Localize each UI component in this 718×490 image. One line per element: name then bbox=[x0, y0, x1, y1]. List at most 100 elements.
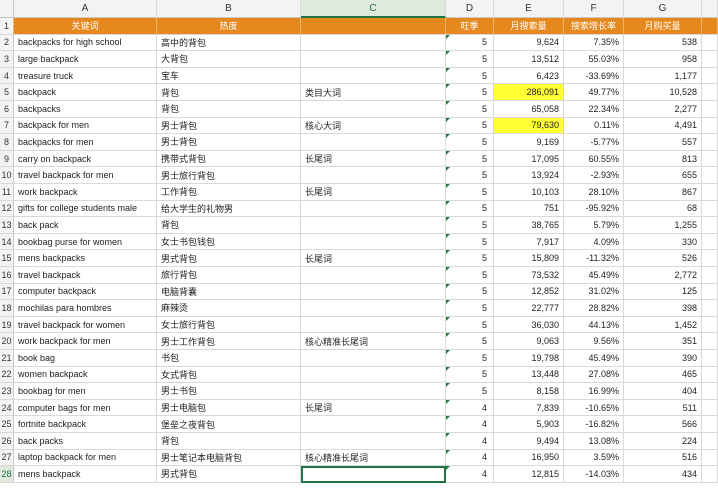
monthly-purchase-cell[interactable]: 1,255 bbox=[624, 217, 702, 234]
header-monthly-search[interactable]: 月搜索量 bbox=[494, 18, 564, 35]
row-number[interactable]: 4 bbox=[0, 67, 14, 85]
column-h-cell[interactable] bbox=[702, 34, 718, 52]
keyword-cell[interactable]: gifts for college students male bbox=[14, 200, 157, 218]
monthly-purchase-cell[interactable]: 10,528 bbox=[624, 84, 702, 101]
tag-cell[interactable] bbox=[301, 51, 446, 68]
search-growth-cell[interactable]: 5.79% bbox=[564, 217, 624, 234]
column-h-cell[interactable] bbox=[702, 433, 718, 450]
tag-cell[interactable]: 核心精准长尾词 bbox=[301, 333, 446, 350]
popularity-cell[interactable]: 男式背包 bbox=[157, 250, 301, 267]
row-number[interactable]: 3 bbox=[0, 51, 14, 68]
search-growth-cell[interactable]: 45.49% bbox=[564, 267, 624, 284]
popularity-cell[interactable]: 男士书包 bbox=[157, 383, 301, 400]
keyword-cell[interactable]: backpacks bbox=[14, 101, 157, 118]
monthly-search-cell[interactable]: 13,924 bbox=[494, 167, 564, 184]
column-h-cell[interactable] bbox=[702, 84, 718, 101]
row-number[interactable]: 17 bbox=[0, 283, 14, 301]
keyword-cell[interactable]: mochilas para hombres bbox=[14, 300, 157, 317]
tag-cell[interactable] bbox=[301, 466, 446, 483]
monthly-search-cell[interactable]: 36,030 bbox=[494, 316, 564, 334]
row-number[interactable]: 13 bbox=[0, 217, 14, 234]
row-number[interactable]: 12 bbox=[0, 200, 14, 218]
row-number[interactable]: 7 bbox=[0, 117, 14, 135]
tag-cell[interactable] bbox=[301, 283, 446, 301]
row-number[interactable]: 16 bbox=[0, 267, 14, 284]
row-number[interactable]: 1 bbox=[0, 18, 14, 35]
monthly-purchase-cell[interactable]: 224 bbox=[624, 433, 702, 450]
search-growth-cell[interactable]: -11.32% bbox=[564, 250, 624, 267]
keyword-cell[interactable]: travel backpack for women bbox=[14, 316, 157, 334]
column-h-cell[interactable] bbox=[702, 217, 718, 234]
search-growth-cell[interactable]: -10.65% bbox=[564, 399, 624, 417]
keyword-cell[interactable]: backpacks for men bbox=[14, 134, 157, 151]
monthly-search-cell[interactable]: 12,852 bbox=[494, 283, 564, 301]
monthly-search-cell[interactable]: 9,169 bbox=[494, 134, 564, 151]
search-growth-cell[interactable]: 44.13% bbox=[564, 316, 624, 334]
column-h-cell[interactable] bbox=[702, 267, 718, 284]
monthly-search-cell[interactable]: 17,095 bbox=[494, 150, 564, 168]
keyword-cell[interactable]: large backpack bbox=[14, 51, 157, 68]
popularity-cell[interactable]: 男士旅行背包 bbox=[157, 167, 301, 184]
peak-season-cell[interactable]: 4 bbox=[446, 466, 494, 483]
search-growth-cell[interactable]: 31.02% bbox=[564, 283, 624, 301]
keyword-cell[interactable]: mens backpacks bbox=[14, 250, 157, 267]
popularity-cell[interactable]: 携带式背包 bbox=[157, 150, 301, 168]
monthly-purchase-cell[interactable]: 813 bbox=[624, 150, 702, 168]
monthly-purchase-cell[interactable]: 68 bbox=[624, 200, 702, 218]
row-number[interactable]: 27 bbox=[0, 449, 14, 467]
monthly-purchase-cell[interactable]: 4,491 bbox=[624, 117, 702, 135]
row-number[interactable]: 9 bbox=[0, 150, 14, 168]
peak-season-cell[interactable]: 5 bbox=[446, 383, 494, 400]
tag-cell[interactable]: 长尾词 bbox=[301, 250, 446, 267]
tag-cell[interactable] bbox=[301, 217, 446, 234]
keyword-cell[interactable]: mens backpack bbox=[14, 466, 157, 483]
monthly-purchase-cell[interactable]: 2,772 bbox=[624, 267, 702, 284]
search-growth-cell[interactable]: -33.69% bbox=[564, 67, 624, 85]
peak-season-cell[interactable]: 5 bbox=[446, 200, 494, 218]
column-h-cell[interactable] bbox=[702, 67, 718, 85]
monthly-purchase-cell[interactable]: 125 bbox=[624, 283, 702, 301]
popularity-cell[interactable]: 背包 bbox=[157, 433, 301, 450]
monthly-purchase-cell[interactable]: 526 bbox=[624, 250, 702, 267]
header-monthly-purchase[interactable]: 月购买量 bbox=[624, 18, 702, 35]
tag-cell[interactable] bbox=[301, 167, 446, 184]
monthly-purchase-cell[interactable]: 538 bbox=[624, 34, 702, 52]
search-growth-cell[interactable]: 4.09% bbox=[564, 233, 624, 251]
peak-season-cell[interactable]: 5 bbox=[446, 84, 494, 101]
column-h-cell[interactable] bbox=[702, 333, 718, 350]
column-h-cell[interactable] bbox=[702, 399, 718, 417]
column-header-b[interactable]: B bbox=[157, 0, 301, 18]
column-h-cell[interactable] bbox=[702, 233, 718, 251]
tag-cell[interactable] bbox=[301, 316, 446, 334]
row-number[interactable]: 6 bbox=[0, 101, 14, 118]
keyword-cell[interactable]: fortnite backpack bbox=[14, 416, 157, 433]
monthly-purchase-cell[interactable]: 351 bbox=[624, 333, 702, 350]
monthly-search-cell[interactable]: 79,630 bbox=[494, 117, 564, 135]
column-h-cell[interactable] bbox=[702, 150, 718, 168]
peak-season-cell[interactable]: 5 bbox=[446, 267, 494, 284]
search-growth-cell[interactable]: -16.82% bbox=[564, 416, 624, 433]
column-h-cell[interactable] bbox=[702, 200, 718, 218]
search-growth-cell[interactable]: 7.35% bbox=[564, 34, 624, 52]
column-h-cell[interactable] bbox=[702, 134, 718, 151]
column-h-cell[interactable] bbox=[702, 350, 718, 367]
tag-cell[interactable]: 长尾词 bbox=[301, 399, 446, 417]
popularity-cell[interactable]: 背包 bbox=[157, 84, 301, 101]
search-growth-cell[interactable]: 60.55% bbox=[564, 150, 624, 168]
tag-cell[interactable] bbox=[301, 416, 446, 433]
popularity-cell[interactable]: 女式背包 bbox=[157, 366, 301, 384]
peak-season-cell[interactable]: 5 bbox=[446, 217, 494, 234]
popularity-cell[interactable]: 男士工作背包 bbox=[157, 333, 301, 350]
search-growth-cell[interactable]: 45.49% bbox=[564, 350, 624, 367]
row-number[interactable]: 5 bbox=[0, 84, 14, 101]
peak-season-cell[interactable]: 5 bbox=[446, 51, 494, 68]
row-number[interactable]: 20 bbox=[0, 333, 14, 350]
monthly-search-cell[interactable]: 22,777 bbox=[494, 300, 564, 317]
monthly-search-cell[interactable]: 9,063 bbox=[494, 333, 564, 350]
search-growth-cell[interactable]: -14.03% bbox=[564, 466, 624, 483]
search-growth-cell[interactable]: 55.03% bbox=[564, 51, 624, 68]
row-number[interactable]: 10 bbox=[0, 167, 14, 184]
column-h-cell[interactable] bbox=[702, 416, 718, 433]
search-growth-cell[interactable]: 13.08% bbox=[564, 433, 624, 450]
tag-cell[interactable] bbox=[301, 433, 446, 450]
